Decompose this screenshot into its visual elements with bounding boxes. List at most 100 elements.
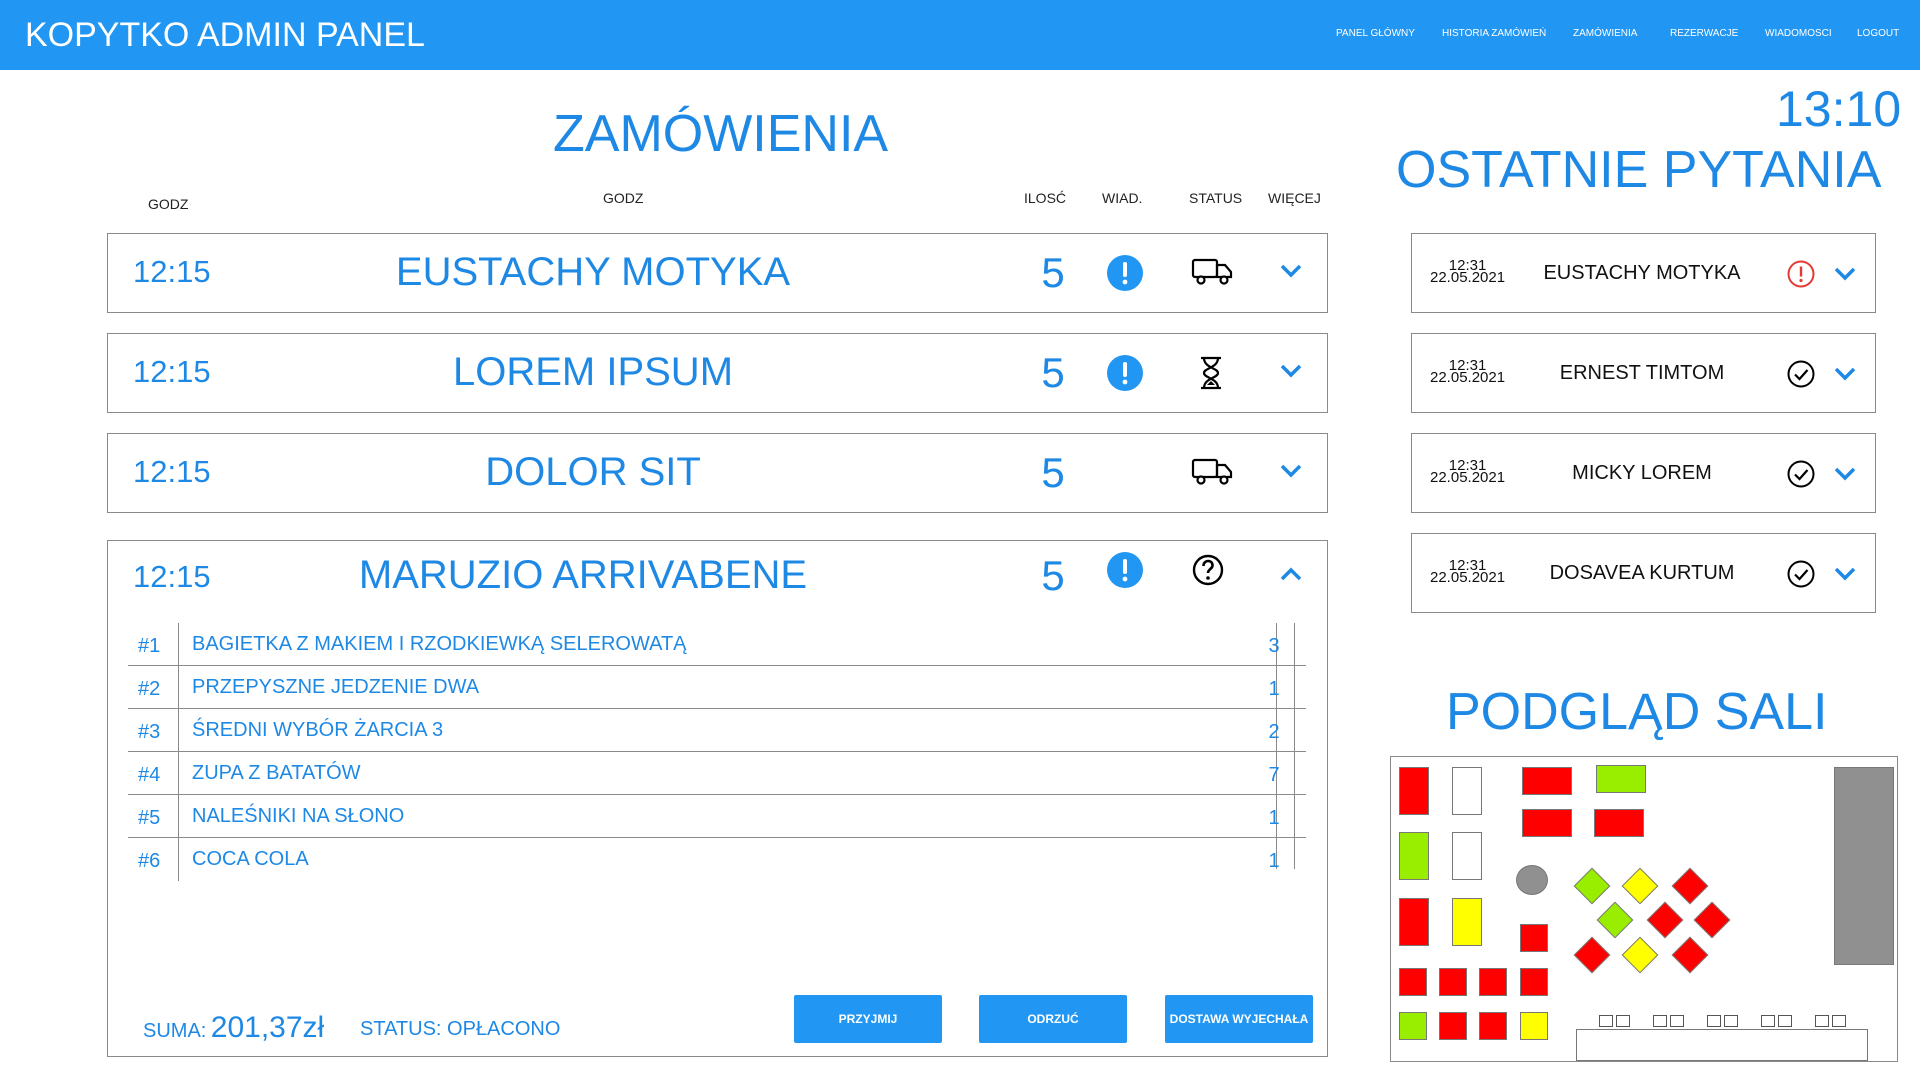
item-number: #4 bbox=[138, 764, 161, 786]
long-table[interactable] bbox=[1576, 1029, 1868, 1061]
question-datetime: 12:31 22.05.2021 bbox=[1430, 558, 1505, 585]
bar-counter bbox=[1834, 767, 1894, 965]
table[interactable] bbox=[1522, 767, 1572, 795]
table[interactable] bbox=[1573, 936, 1611, 974]
item-quantity: 3 bbox=[1268, 635, 1280, 657]
table[interactable] bbox=[1596, 901, 1634, 939]
stool bbox=[1599, 1015, 1613, 1027]
clock: 13:10 bbox=[1776, 81, 1902, 137]
table[interactable] bbox=[1520, 924, 1548, 952]
table[interactable] bbox=[1399, 968, 1427, 996]
nav-panel-glowny[interactable]: PANEL GŁÓWNY bbox=[1336, 28, 1415, 39]
col-header-more: WIĘCEJ bbox=[1268, 190, 1321, 206]
chevron-down-icon[interactable] bbox=[1280, 264, 1302, 278]
table[interactable] bbox=[1439, 1012, 1467, 1040]
order-row-expanded[interactable]: 12:15 MARUZIO ARRIVABENE 5 #1 BAGIETKA Z … bbox=[107, 540, 1328, 1057]
order-customer-name: LOREM IPSUM bbox=[452, 350, 734, 394]
order-row[interactable]: 12:15 DOLOR SIT 5 bbox=[107, 433, 1328, 513]
nav-rezerwacje[interactable]: REZERWACJE bbox=[1670, 28, 1738, 39]
accept-button[interactable]: PRZYJMIJ bbox=[794, 995, 942, 1043]
order-row[interactable]: 12:15 EUSTACHY MOTYKA 5 bbox=[107, 233, 1328, 313]
chevron-down-icon[interactable] bbox=[1280, 464, 1302, 478]
item-name: ZUPA Z BATATÓW bbox=[192, 762, 361, 784]
stool bbox=[1653, 1015, 1667, 1027]
chevron-down-icon[interactable] bbox=[1834, 567, 1856, 581]
delivery-button[interactable]: DOSTAWA WYJECHAŁA bbox=[1165, 995, 1313, 1043]
table[interactable] bbox=[1522, 809, 1572, 837]
item-quantity: 1 bbox=[1268, 850, 1280, 872]
table[interactable] bbox=[1596, 765, 1646, 793]
message-alert-icon[interactable] bbox=[1107, 355, 1143, 391]
stool bbox=[1616, 1015, 1630, 1027]
list-item: #6 COCA COLA 1 bbox=[128, 838, 1306, 880]
chevron-down-icon[interactable] bbox=[1834, 267, 1856, 281]
message-alert-icon[interactable] bbox=[1107, 255, 1143, 291]
table[interactable] bbox=[1479, 968, 1507, 996]
table[interactable] bbox=[1594, 809, 1644, 837]
table[interactable] bbox=[1399, 1012, 1427, 1040]
item-name: ŚREDNI WYBÓR ŻARCIA 3 bbox=[192, 719, 444, 741]
stool bbox=[1724, 1015, 1738, 1027]
round-table[interactable] bbox=[1516, 865, 1548, 895]
order-sum: SUMA: 201,37zł bbox=[143, 1011, 324, 1045]
order-time: 12:15 bbox=[133, 454, 211, 489]
question-row[interactable]: 12:31 22.05.2021 EUSTACHY MOTYKA bbox=[1411, 233, 1876, 313]
order-row[interactable]: 12:15 LOREM IPSUM 5 bbox=[107, 333, 1328, 413]
table[interactable] bbox=[1621, 936, 1659, 974]
item-quantity: 1 bbox=[1268, 678, 1280, 700]
item-quantity: 7 bbox=[1268, 764, 1280, 786]
table[interactable] bbox=[1671, 936, 1709, 974]
table[interactable] bbox=[1693, 901, 1731, 939]
sum-label: SUMA: bbox=[143, 1020, 207, 1042]
table[interactable] bbox=[1399, 832, 1429, 880]
table[interactable] bbox=[1439, 968, 1467, 996]
item-number: #3 bbox=[138, 721, 161, 743]
order-quantity: 5 bbox=[1041, 449, 1065, 496]
question-row[interactable]: 12:31 22.05.2021 MICKY LOREM bbox=[1411, 433, 1876, 513]
nav-logout[interactable]: LOGOUT bbox=[1857, 28, 1899, 39]
table[interactable] bbox=[1399, 898, 1429, 946]
nav-zamowienia[interactable]: ZAMÓWIENIA bbox=[1573, 28, 1637, 39]
table[interactable] bbox=[1520, 968, 1548, 996]
table[interactable] bbox=[1520, 1012, 1548, 1040]
table[interactable] bbox=[1621, 867, 1659, 905]
order-items-list: #1 BAGIETKA Z MAKIEM I RZODKIEWKĄ SELEROW… bbox=[128, 623, 1306, 881]
question-author: DOSAVEA KURTUM bbox=[1549, 562, 1735, 584]
stool bbox=[1761, 1015, 1775, 1027]
alert-circle-icon bbox=[1787, 260, 1815, 288]
orders-title: ZAMÓWIENIA bbox=[553, 105, 889, 163]
item-number: #5 bbox=[138, 807, 161, 829]
nav-historia-zamowien[interactable]: HISTORIA ZAMÓWIEŃ bbox=[1442, 28, 1546, 39]
list-item: #3 ŚREDNI WYBÓR ŻARCIA 3 2 bbox=[128, 709, 1306, 752]
list-item: #4 ZUPA Z BATATÓW 7 bbox=[128, 752, 1306, 795]
order-customer-name: DOLOR SIT bbox=[485, 450, 701, 494]
truck-icon bbox=[1191, 258, 1233, 285]
table[interactable] bbox=[1479, 1012, 1507, 1040]
reject-button[interactable]: ODRZUĆ bbox=[979, 995, 1127, 1043]
stool bbox=[1670, 1015, 1684, 1027]
question-row[interactable]: 12:31 22.05.2021 DOSAVEA KURTUM bbox=[1411, 533, 1876, 613]
check-circle-icon bbox=[1787, 360, 1815, 388]
list-item: #2 PRZEPYSZNE JEDZENIE DWA 1 bbox=[128, 666, 1306, 709]
chevron-down-icon[interactable] bbox=[1834, 367, 1856, 381]
chevron-up-icon[interactable] bbox=[1280, 567, 1302, 581]
table[interactable] bbox=[1646, 901, 1684, 939]
table[interactable] bbox=[1573, 867, 1611, 905]
table[interactable] bbox=[1399, 767, 1429, 815]
table[interactable] bbox=[1452, 898, 1482, 946]
table[interactable] bbox=[1452, 832, 1482, 880]
item-quantity: 1 bbox=[1268, 807, 1280, 829]
stool bbox=[1832, 1015, 1846, 1027]
question-datetime: 12:31 22.05.2021 bbox=[1430, 258, 1505, 285]
message-alert-icon[interactable] bbox=[1107, 552, 1143, 588]
chevron-down-icon[interactable] bbox=[1834, 467, 1856, 481]
stool bbox=[1707, 1015, 1721, 1027]
chevron-down-icon[interactable] bbox=[1280, 364, 1302, 378]
nav-wiadomosci[interactable]: WIADOMOSCI bbox=[1765, 28, 1832, 39]
item-name: BAGIETKA Z MAKIEM I RZODKIEWKĄ SELEROWAT… bbox=[192, 633, 687, 655]
table[interactable] bbox=[1671, 867, 1709, 905]
item-name: NALEŚNIKI NA SŁONO bbox=[192, 805, 405, 827]
table[interactable] bbox=[1452, 767, 1482, 815]
question-row[interactable]: 12:31 22.05.2021 ERNEST TIMTOM bbox=[1411, 333, 1876, 413]
item-name: PRZEPYSZNE JEDZENIE DWA bbox=[192, 676, 480, 698]
